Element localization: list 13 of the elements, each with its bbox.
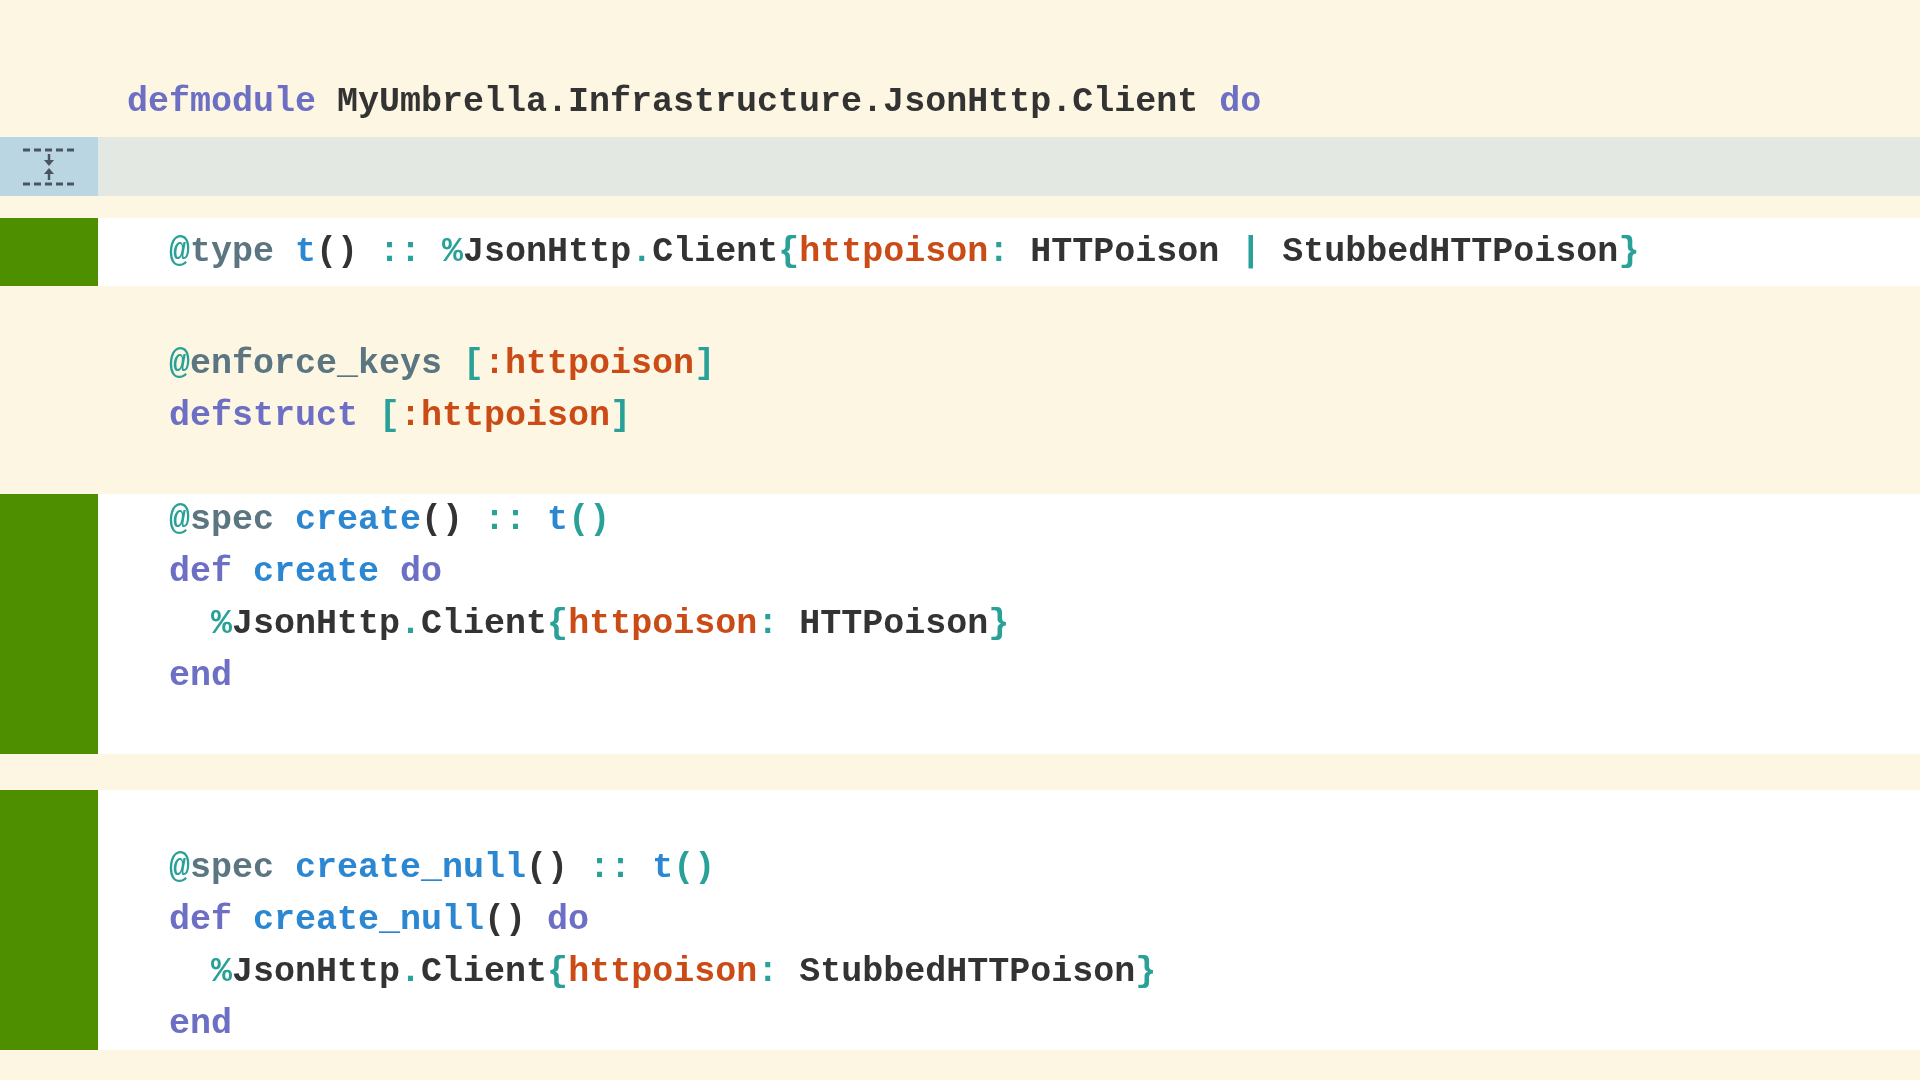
code-line: defmodule MyUmbrella.Infrastructure.JsonHttp.Client do xyxy=(127,81,1262,124)
code-line: end xyxy=(168,1003,234,1046)
code-line: @spec create() :: t() xyxy=(168,499,612,542)
code-line: end xyxy=(168,655,234,698)
expand-lines-button[interactable] xyxy=(0,137,98,196)
code-line: @spec create_null() :: t() xyxy=(168,847,717,890)
code-line: defstruct [:httpoison] xyxy=(168,395,633,438)
code-line: %JsonHttp.Client{httpoison: HTTPoison} xyxy=(210,603,1010,646)
code-line: def create_null() do xyxy=(168,899,591,942)
code-line: %JsonHttp.Client{httpoison: StubbedHTTPoison} xyxy=(210,951,1157,994)
code-line: @type t() :: %JsonHttp.Client{httpoison: HTTPoison | StubbedHTTPoison} xyxy=(168,231,1640,274)
code-line: def create do xyxy=(168,551,444,594)
code-line: @enforce_keys [:httpoison] xyxy=(168,343,716,386)
